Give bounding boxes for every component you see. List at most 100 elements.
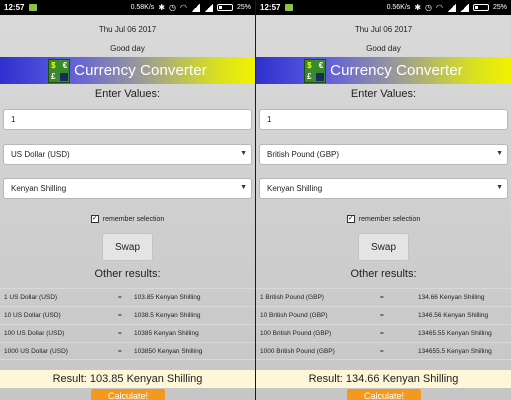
enter-values-heading: Enter Values: [350,88,417,100]
enter-values-heading: Enter Values: [94,88,161,100]
result-to: 103850 Kenyan Shilling [134,347,203,355]
wifi-icon: ◠ [180,3,187,12]
dropdown-arrow-icon: ▼ [496,150,503,157]
signal-icon [190,3,200,12]
dropdown-arrow-icon: ▼ [240,184,247,191]
currency-logo-icon: $ € £ [304,58,327,83]
results-table: 1 British Pound (GBP) = 134.66 Kenyan Sh… [256,288,511,360]
remember-checkbox[interactable]: ✓ [346,215,355,223]
result-from: 1000 British Pound (GBP) [260,347,335,355]
remember-row: ✓ remember selection [256,215,511,223]
result-from: 100 British Pound (GBP) [260,330,332,337]
status-right: 0.58K/s ✱ ◷ ◠ 25% [131,0,251,15]
app-banner: $ € £ Currency Converter [256,57,511,84]
result-bar: Result: 103.85 Kenyan Shilling [0,370,255,388]
result-row: 1 US Dollar (USD) = 103.85 Kenyan Shilli… [0,288,255,306]
result-row: 100 US Dollar (USD) = 10385 Kenyan Shill… [0,324,255,342]
amount-input[interactable]: 1 [3,109,252,130]
dropdown-arrow-icon: ▼ [240,150,247,157]
status-bar: 12:57 0.58K/s ✱ ◷ ◠ 25% [0,0,255,15]
result-to: 13465.55 Kenyan Shilling [418,330,492,337]
result-row: 10 US Dollar (USD) = 1038.5 Kenyan Shill… [0,306,255,324]
result-from: 10 British Pound (GBP) [260,312,328,319]
screenshot-left: 12:57 0.58K/s ✱ ◷ ◠ 25% Thu Jul 06 2017 … [0,0,255,400]
from-currency-select[interactable]: US Dollar (USD) ▼ [3,144,252,165]
from-currency-value: British Pound (GBP) [267,150,340,159]
battery-icon [216,4,233,11]
result-from: 1 US Dollar (USD) [4,294,58,301]
result-to: 134.66 Kenyan Shilling [418,294,485,301]
date-label: Thu Jul 06 2017 [98,25,157,34]
result-equals: = [118,294,122,301]
result-row: 1000 British Pound (GBP) = 134655.5 Keny… [256,342,511,360]
result-from: 1000 US Dollar (USD) [4,347,68,355]
status-bar: 12:57 0.56K/s ✱ ◷ ◠ 25% [256,0,511,15]
calculate-button[interactable]: Calculate! [347,389,421,400]
network-speed: 0.56K/s [386,4,411,11]
result-equals: = [118,347,122,355]
remember-label: remember selection [102,215,165,223]
remember-label: remember selection [358,215,421,223]
results-table: 1 US Dollar (USD) = 103.85 Kenyan Shilli… [0,288,255,360]
result-to: 1038.5 Kenyan Shilling [134,312,201,319]
swap-button[interactable]: Swap [358,233,409,261]
result-row: 10 British Pound (GBP) = 1346.56 Kenyan … [256,306,511,324]
status-right: 0.56K/s ✱ ◷ ◠ 25% [387,0,507,15]
result-equals: = [118,312,122,319]
battery-icon [472,4,489,11]
status-time: 12:57 [260,3,281,12]
result-from: 100 US Dollar (USD) [4,330,65,337]
to-currency-value: Kenyan Shilling [11,184,67,193]
battery-percent: 25% [492,4,507,11]
alarm-icon: ◷ [425,3,432,12]
screenshot-right: 12:57 0.56K/s ✱ ◷ ◠ 25% Thu Jul 06 2017 … [256,0,511,400]
currency-logo-icon: $ € £ [48,58,71,83]
bluetooth-icon: ✱ [158,3,166,12]
signal-icon-2 [203,3,213,12]
amount-input[interactable]: 1 [259,109,508,130]
result-equals: = [380,330,384,337]
swap-button[interactable]: Swap [102,233,153,261]
result-to: 103.85 Kenyan Shilling [134,294,201,301]
result-row: 1 British Pound (GBP) = 134.66 Kenyan Sh… [256,288,511,306]
notification-icon [29,4,38,11]
result-bar: Result: 134.66 Kenyan Shilling [256,370,511,388]
wifi-icon: ◠ [436,3,443,12]
date-label: Thu Jul 06 2017 [354,25,413,34]
dropdown-arrow-icon: ▼ [496,184,503,191]
result-to: 1346.56 Kenyan Shilling [418,312,489,319]
result-equals: = [380,294,384,301]
remember-checkbox[interactable]: ✓ [90,215,99,223]
signal-icon [446,3,456,12]
status-time: 12:57 [4,3,25,12]
app-title: Currency Converter [330,62,463,79]
other-results-heading: Other results: [94,268,161,280]
result-equals: = [380,347,384,355]
remember-row: ✓ remember selection [0,215,255,223]
result-to: 134655.5 Kenyan Shilling [418,347,492,355]
result-equals: = [118,330,122,337]
from-currency-value: US Dollar (USD) [11,150,70,159]
from-currency-select[interactable]: British Pound (GBP) ▼ [259,144,508,165]
result-to: 10385 Kenyan Shilling [134,330,199,337]
alarm-icon: ◷ [169,3,176,12]
bluetooth-icon: ✱ [414,3,422,12]
result-equals: = [380,312,384,319]
calculate-button[interactable]: Calculate! [91,389,165,400]
app-banner: $ € £ Currency Converter [0,57,255,84]
notification-icon [285,4,294,11]
to-currency-value: Kenyan Shilling [267,184,323,193]
network-speed: 0.58K/s [130,4,155,11]
signal-icon-2 [459,3,469,12]
other-results-heading: Other results: [350,268,417,280]
to-currency-select[interactable]: Kenyan Shilling ▼ [259,178,508,199]
result-from: 10 US Dollar (USD) [4,312,61,319]
result-from: 1 British Pound (GBP) [260,294,324,301]
to-currency-select[interactable]: Kenyan Shilling ▼ [3,178,252,199]
battery-percent: 25% [236,4,251,11]
app-title: Currency Converter [74,62,207,79]
greeting-label: Good day [110,44,145,53]
greeting-label: Good day [366,44,401,53]
result-row: 1000 US Dollar (USD) = 103850 Kenyan Shi… [0,342,255,360]
result-row: 100 British Pound (GBP) = 13465.55 Kenya… [256,324,511,342]
